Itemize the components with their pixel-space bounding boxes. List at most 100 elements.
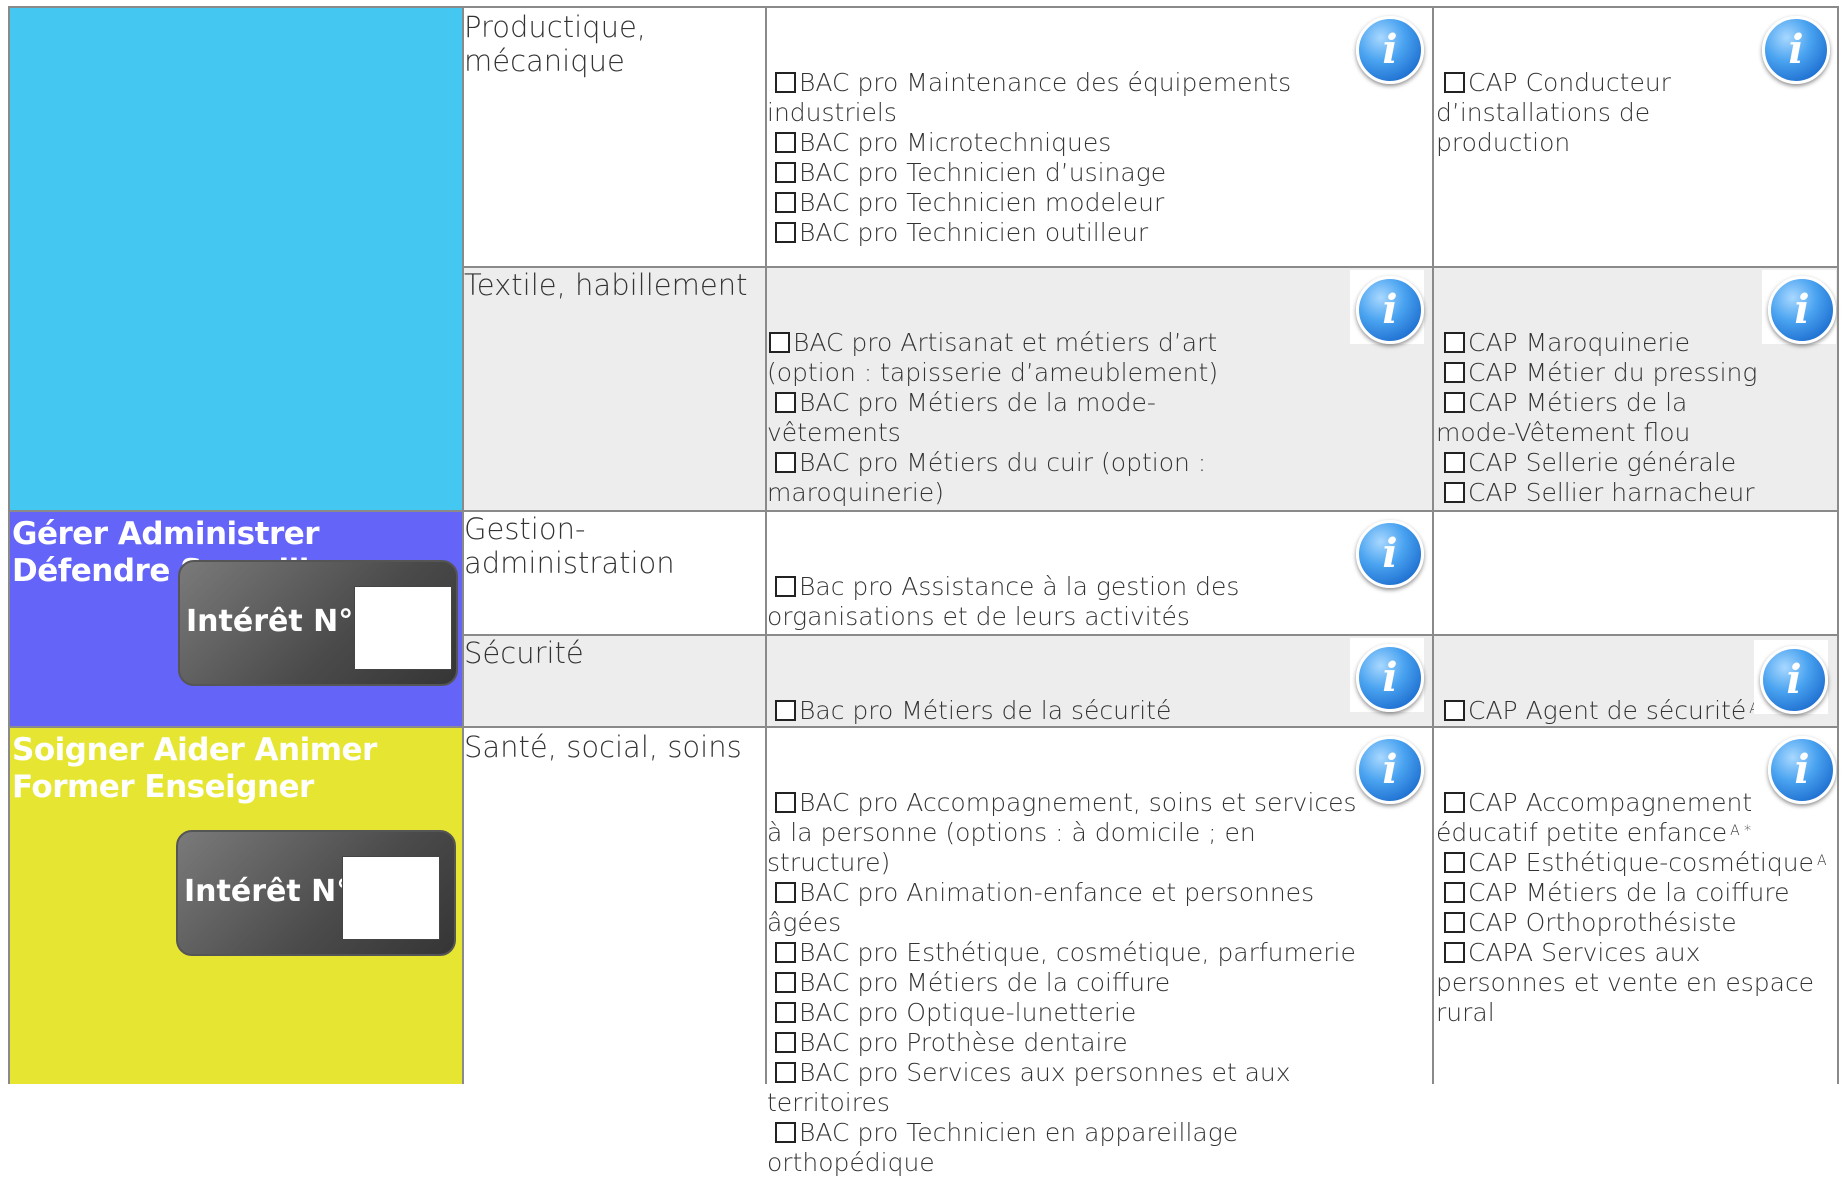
bac-item: BAC pro Métiers de la mode-vêtements xyxy=(767,388,1277,448)
bac-label: BAC pro Artisanat et métiers d’art (opti… xyxy=(767,328,1219,387)
sector-label: Textile, habillement xyxy=(464,268,748,302)
bac-label: BAC pro Prothèse dentaire xyxy=(799,1028,1128,1057)
info-icon[interactable]: i xyxy=(1762,16,1830,84)
bac-item: BAC pro Microtechniques xyxy=(767,128,1427,158)
checkbox-icon[interactable] xyxy=(1444,942,1465,963)
bac-label: BAC pro Animation-enfance et personnes â… xyxy=(767,878,1315,937)
cap-item: CAP Métier du pressing xyxy=(1436,358,1766,388)
bac-label: Bac pro Métiers de la sécurité xyxy=(799,696,1172,725)
checkbox-icon[interactable] xyxy=(775,700,796,721)
bac-list: BAC pro Accompagnement, soins et service… xyxy=(767,788,1367,1178)
sector-label: Productique, mécanique xyxy=(464,10,647,78)
bac-item: BAC pro Artisanat et métiers d’art (opti… xyxy=(767,328,1277,388)
checkbox-icon[interactable] xyxy=(775,392,796,413)
bac-label: BAC pro Métiers du cuir (option : maroqu… xyxy=(767,448,1207,507)
bac-label: BAC pro Maintenance des équipements indu… xyxy=(767,68,1292,127)
cap-item: CAP Orthoprothésiste xyxy=(1436,908,1831,938)
bac-item: BAC pro Prothèse dentaire xyxy=(767,1028,1367,1058)
checkbox-icon[interactable] xyxy=(1444,332,1465,353)
cap-item: CAP Sellier harnacheur xyxy=(1436,478,1766,508)
cap-label: CAP Accompagnement éducatif petite enfan… xyxy=(1436,788,1753,847)
cap-label: CAP Métiers de la mode-Vêtement flou xyxy=(1436,388,1691,447)
checkbox-icon[interactable] xyxy=(1444,700,1465,721)
checkbox-icon[interactable] xyxy=(1444,482,1465,503)
grid-line xyxy=(8,6,10,1084)
cap-item: CAPA Services aux personnes et vente en … xyxy=(1436,938,1831,1028)
grid-line xyxy=(765,6,767,1084)
interest-number-field[interactable] xyxy=(354,586,452,670)
bac-label: Bac pro Assistance à la gestion des orga… xyxy=(767,572,1240,631)
checkbox-icon[interactable] xyxy=(775,162,796,183)
checkbox-icon[interactable] xyxy=(775,882,796,903)
grid-line xyxy=(1432,6,1434,1084)
checkbox-icon[interactable] xyxy=(775,222,796,243)
cap-label: CAP Orthoprothésiste xyxy=(1468,908,1737,937)
cap-label: CAP Sellier harnacheur xyxy=(1468,478,1755,507)
cap-item: CAP Esthétique-cosmétique A xyxy=(1436,848,1831,878)
checkbox-icon[interactable] xyxy=(1444,72,1465,93)
info-icon[interactable]: i xyxy=(1356,520,1424,588)
checkbox-icon[interactable] xyxy=(775,452,796,473)
info-icon[interactable]: i xyxy=(1356,736,1424,804)
interest-number-field[interactable] xyxy=(342,856,440,940)
bac-label: BAC pro Technicien outilleur xyxy=(799,218,1149,247)
bac-item: Bac pro Métiers de la sécurité xyxy=(767,696,1427,726)
grid-line xyxy=(8,510,1839,512)
formation-table: Gérer Administrer Défendre Surveiller In… xyxy=(0,0,1843,1177)
checkbox-icon[interactable] xyxy=(1444,882,1465,903)
bac-item: BAC pro Esthétique, cosmétique, parfumer… xyxy=(767,938,1367,968)
checkbox-icon[interactable] xyxy=(775,1062,796,1083)
sector-label: Sécurité xyxy=(464,636,584,670)
bac-item: BAC pro Accompagnement, soins et service… xyxy=(767,788,1367,878)
bac-item: Bac pro Assistance à la gestion des orga… xyxy=(767,572,1357,632)
sector-label: Santé, social, soins xyxy=(464,730,742,764)
bac-list: BAC pro Maintenance des équipements indu… xyxy=(767,68,1427,248)
cap-label: CAP Agent de sécurité xyxy=(1468,696,1747,725)
checkbox-icon[interactable] xyxy=(775,192,796,213)
cap-item: CAP Métiers de la coiffure xyxy=(1436,878,1831,908)
cap-list: CAP Maroquinerie CAP Métier du pressing … xyxy=(1436,328,1766,508)
category-title xyxy=(10,8,462,12)
info-icon[interactable]: i xyxy=(1760,646,1828,714)
checkbox-icon[interactable] xyxy=(769,332,790,353)
checkbox-icon[interactable] xyxy=(1444,392,1465,413)
checkbox-icon[interactable] xyxy=(1444,452,1465,473)
info-icon[interactable]: i xyxy=(1356,276,1424,344)
cap-item: CAP Maroquinerie xyxy=(1436,328,1766,358)
checkbox-icon[interactable] xyxy=(1444,792,1465,813)
checkbox-icon[interactable] xyxy=(775,576,796,597)
bac-item: BAC pro Animation-enfance et personnes â… xyxy=(767,878,1367,938)
cap-label: CAPA Services aux personnes et vente en … xyxy=(1436,938,1815,1027)
bac-label: BAC pro Technicien d’usinage xyxy=(799,158,1167,187)
checkbox-icon[interactable] xyxy=(775,792,796,813)
checkbox-icon[interactable] xyxy=(775,972,796,993)
cap-list: CAP Accompagnement éducatif petite enfan… xyxy=(1436,788,1831,1028)
info-icon[interactable]: i xyxy=(1356,644,1424,712)
footnote-mark: A * xyxy=(1730,823,1752,839)
category-title: Soigner Aider Animer Former Enseigner xyxy=(12,732,377,805)
checkbox-icon[interactable] xyxy=(775,1002,796,1023)
bac-item: BAC pro Métiers de la coiffure xyxy=(767,968,1367,998)
bac-item: BAC pro Optique-lunetterie xyxy=(767,998,1367,1028)
grid-line xyxy=(1837,6,1839,1084)
checkbox-icon[interactable] xyxy=(1444,912,1465,933)
checkbox-icon[interactable] xyxy=(775,72,796,93)
checkbox-icon[interactable] xyxy=(1444,852,1465,873)
bac-label: BAC pro Esthétique, cosmétique, parfumer… xyxy=(799,938,1356,967)
bac-label: BAC pro Accompagnement, soins et service… xyxy=(767,788,1357,877)
bac-label: BAC pro Technicien modeleur xyxy=(799,188,1165,217)
checkbox-icon[interactable] xyxy=(1444,362,1465,383)
category-cell-care: Soigner Aider Animer Former Enseigner In… xyxy=(10,728,462,1084)
checkbox-icon[interactable] xyxy=(775,942,796,963)
bac-item: BAC pro Services aux personnes et aux te… xyxy=(767,1058,1367,1118)
cap-label: CAP Sellerie générale xyxy=(1468,448,1737,477)
grid-line xyxy=(8,6,1839,8)
bac-list: Bac pro Assistance à la gestion des orga… xyxy=(767,572,1357,632)
info-icon[interactable]: i xyxy=(1356,16,1424,84)
checkbox-icon[interactable] xyxy=(775,1032,796,1053)
checkbox-icon[interactable] xyxy=(775,132,796,153)
info-icon[interactable]: i xyxy=(1768,276,1836,344)
checkbox-icon[interactable] xyxy=(775,1122,796,1143)
bac-label: BAC pro Métiers de la coiffure xyxy=(799,968,1171,997)
info-icon[interactable]: i xyxy=(1768,736,1836,804)
